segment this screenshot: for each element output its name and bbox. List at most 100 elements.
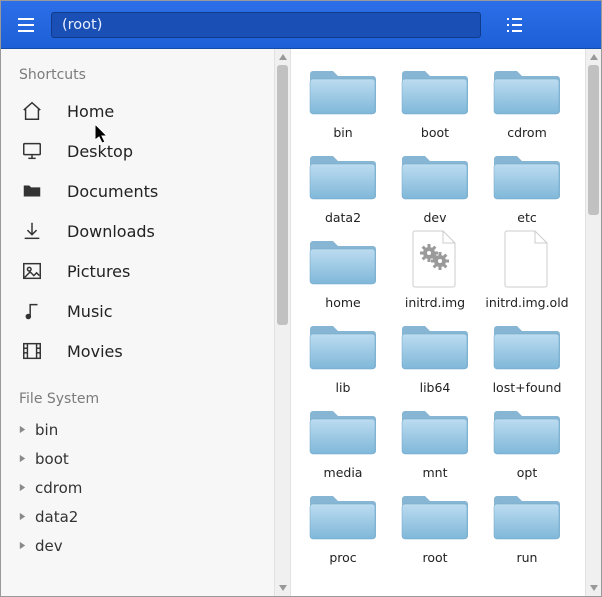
folder-item[interactable]: cdrom [483, 59, 571, 140]
folder-icon [491, 484, 563, 548]
shortcuts-header: Shortcuts [19, 67, 282, 83]
sidebar-scrollbar[interactable] [274, 49, 290, 596]
folder-item[interactable]: dev [391, 144, 479, 225]
scroll-up-arrow[interactable] [586, 49, 601, 65]
path-text: (root) [62, 17, 102, 33]
item-label: cdrom [507, 125, 547, 140]
film-icon [19, 340, 45, 362]
menu-icon [16, 15, 36, 35]
folder-icon [307, 144, 379, 208]
fs-item-label: bin [35, 421, 58, 439]
disclosure-triangle-icon[interactable] [15, 512, 29, 521]
folder-icon [399, 59, 471, 123]
disclosure-triangle-icon[interactable] [15, 483, 29, 492]
folder-item[interactable]: etc [483, 144, 571, 225]
sidebar-item-label: Pictures [67, 262, 130, 281]
executable-file-icon [407, 229, 463, 293]
item-label: initrd.img [405, 295, 465, 310]
item-label: bin [333, 125, 352, 140]
folder-item[interactable]: opt [483, 399, 571, 480]
folder-icon [307, 314, 379, 378]
path-bar[interactable]: (root) [51, 12, 481, 38]
file-manager-window: (root) Shortcuts Home Desktop Documents Dow… [0, 0, 602, 597]
folder-item[interactable]: root [391, 484, 479, 565]
item-label: initrd.img.old [485, 295, 568, 310]
item-label: boot [421, 125, 449, 140]
file-view[interactable]: bin boot cdrom data2 dev etc [291, 49, 601, 596]
image-icon [19, 260, 45, 282]
folder-icon [399, 314, 471, 378]
folder-icon [19, 180, 45, 202]
folder-item[interactable]: run [483, 484, 571, 565]
fs-tree-item[interactable]: dev [15, 531, 282, 560]
folder-icon [491, 59, 563, 123]
item-label: etc [517, 210, 536, 225]
folder-icon [307, 484, 379, 548]
folder-item[interactable]: boot [391, 59, 479, 140]
item-label: mnt [423, 465, 448, 480]
folder-icon [307, 229, 379, 293]
sidebar-item-downloads[interactable]: Downloads [19, 211, 282, 251]
disclosure-triangle-icon[interactable] [15, 541, 29, 550]
fs-tree-item[interactable]: cdrom [15, 473, 282, 502]
item-label: data2 [325, 210, 361, 225]
folder-icon [491, 314, 563, 378]
titlebar: (root) [1, 1, 601, 49]
folder-icon [491, 144, 563, 208]
folder-icon [307, 399, 379, 463]
scroll-down-arrow[interactable] [586, 580, 601, 596]
content-scrollbar[interactable] [585, 49, 601, 596]
folder-item[interactable]: mnt [391, 399, 479, 480]
sidebar-item-music[interactable]: Music [19, 291, 282, 331]
item-label: home [325, 295, 360, 310]
item-label: proc [329, 550, 356, 565]
folder-item[interactable]: proc [299, 484, 387, 565]
home-icon [19, 100, 45, 122]
sidebar-item-movies[interactable]: Movies [19, 331, 282, 371]
scroll-down-arrow[interactable] [275, 580, 290, 596]
folder-icon [307, 59, 379, 123]
folder-item[interactable]: bin [299, 59, 387, 140]
folder-icon [399, 399, 471, 463]
folder-item[interactable]: data2 [299, 144, 387, 225]
sidebar-item-label: Music [67, 302, 113, 321]
item-label: opt [517, 465, 537, 480]
sidebar-item-documents[interactable]: Documents [19, 171, 282, 211]
sidebar-item-label: Documents [67, 182, 158, 201]
scroll-up-arrow[interactable] [275, 49, 290, 65]
sidebar-item-label: Desktop [67, 142, 133, 161]
item-label: run [517, 550, 538, 565]
sidebar-item-desktop[interactable]: Desktop [19, 131, 282, 171]
sidebar-item-pictures[interactable]: Pictures [19, 251, 282, 291]
folder-item[interactable]: home [299, 229, 387, 310]
hamburger-menu-button[interactable] [9, 8, 43, 42]
folder-item[interactable]: media [299, 399, 387, 480]
fs-item-label: boot [35, 450, 69, 468]
fs-tree-item[interactable]: data2 [15, 502, 282, 531]
disclosure-triangle-icon[interactable] [15, 454, 29, 463]
scrollbar-thumb[interactable] [277, 65, 288, 325]
item-label: root [422, 550, 447, 565]
folder-item[interactable]: lib [299, 314, 387, 395]
disclosure-triangle-icon[interactable] [15, 425, 29, 434]
item-label: lost+found [493, 380, 562, 395]
fs-tree-item[interactable]: bin [15, 415, 282, 444]
item-label: lib [336, 380, 351, 395]
file-item[interactable]: initrd.img.old [483, 229, 571, 310]
folder-item[interactable]: lost+found [483, 314, 571, 395]
sidebar: Shortcuts Home Desktop Documents Downloads P… [1, 49, 291, 596]
fs-item-label: dev [35, 537, 63, 555]
music-icon [19, 300, 45, 322]
scrollbar-thumb[interactable] [588, 65, 599, 215]
desktop-icon [19, 140, 45, 162]
view-mode-button[interactable] [497, 8, 531, 42]
sidebar-item-home[interactable]: Home [19, 91, 282, 131]
sidebar-item-label: Home [67, 102, 114, 121]
folder-icon [399, 144, 471, 208]
folder-icon [399, 484, 471, 548]
fs-tree-item[interactable]: boot [15, 444, 282, 473]
item-label: dev [423, 210, 446, 225]
folder-item[interactable]: lib64 [391, 314, 479, 395]
sidebar-item-label: Movies [67, 342, 123, 361]
file-item[interactable]: initrd.img [391, 229, 479, 310]
